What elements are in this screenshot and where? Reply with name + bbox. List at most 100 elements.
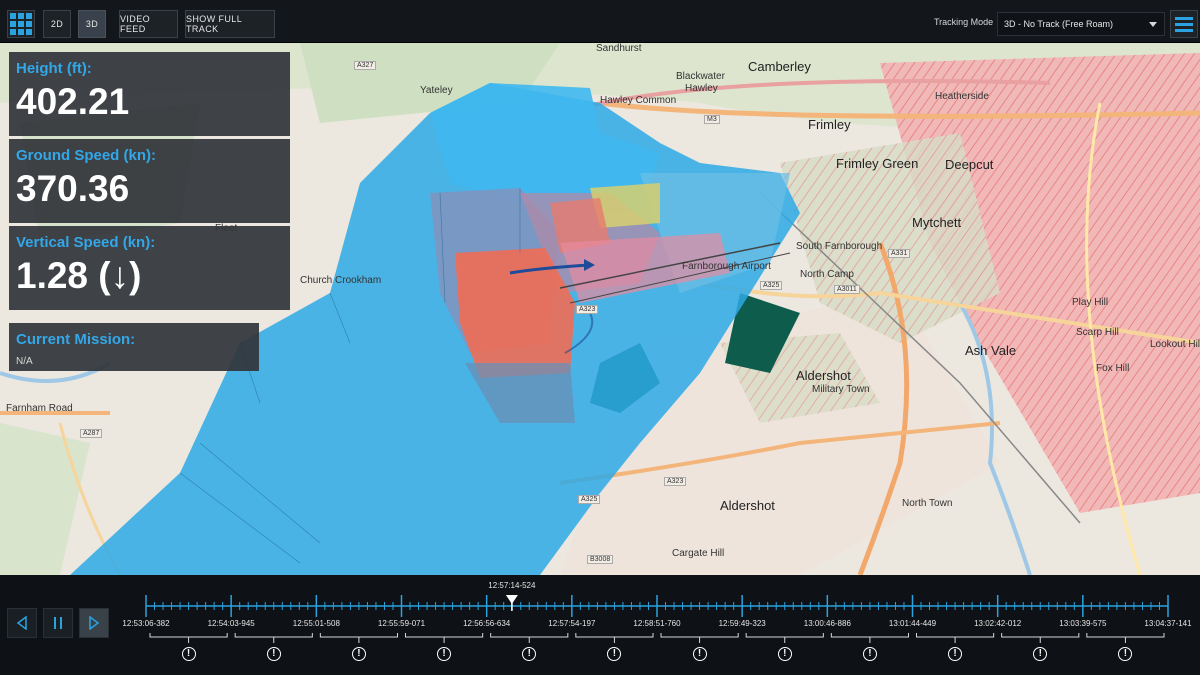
- road-tag: A331: [888, 249, 911, 258]
- map-label: Aldershot: [796, 368, 851, 383]
- current-mission-label: Current Mission:: [16, 331, 136, 348]
- apps-grid-icon[interactable]: [7, 10, 35, 38]
- timeline-tick-label: 13:01:44-449: [888, 619, 937, 628]
- warning-icon[interactable]: !: [607, 647, 622, 661]
- warning-icon[interactable]: !: [692, 647, 707, 661]
- map-label: Play Hill: [1072, 297, 1109, 308]
- timeline-tick-label: 12:53:06-382: [122, 619, 170, 628]
- warning-icon[interactable]: !: [1118, 647, 1133, 661]
- timeline-tick-label: 12:54:03-945: [207, 619, 255, 628]
- map-label: Church Crookham: [300, 275, 382, 286]
- vertical-speed-label: Vertical Speed (kn):: [16, 234, 156, 251]
- timeline-tick-label: 12:55:59-071: [377, 619, 426, 628]
- tracking-mode-value: 3D - No Track (Free Roam): [1004, 19, 1114, 29]
- view-2d-button[interactable]: 2D: [43, 10, 71, 38]
- vertical-speed-value: 1.28 (↓): [16, 255, 142, 296]
- map-label: Mytchett: [912, 215, 962, 230]
- segment-bracket: [149, 633, 228, 643]
- map-label: North Town: [902, 498, 953, 509]
- segment-bracket: [1086, 633, 1165, 643]
- height-panel: Height (ft): 402.21: [9, 52, 290, 136]
- view-3d-button[interactable]: 3D: [78, 10, 106, 38]
- map-label: Sandhurst: [596, 43, 642, 54]
- map-label: Ash Vale: [965, 343, 1017, 358]
- timeline-tick-label: 12:58:51-760: [633, 619, 681, 628]
- warning-icon[interactable]: !: [948, 647, 963, 661]
- segment-bracket: [319, 633, 398, 643]
- segment-bracket: [830, 633, 909, 643]
- height-label: Height (ft):: [16, 60, 92, 77]
- segment-bracket: [490, 633, 569, 643]
- road-tag: A325: [578, 495, 601, 504]
- segment-bracket: [1001, 633, 1080, 643]
- show-full-track-button[interactable]: SHOW FULL TRACK: [185, 10, 275, 38]
- map-label: Deepcut: [945, 157, 994, 172]
- segment-bracket: [405, 633, 484, 643]
- ground-speed-label: Ground Speed (kn):: [16, 147, 156, 164]
- height-value: 402.21: [16, 81, 130, 122]
- current-mission-panel: Current Mission: N/A: [9, 323, 259, 371]
- timeline-brackets: [149, 633, 1165, 643]
- road-tag: A323: [576, 305, 599, 314]
- current-mission-value: N/A: [16, 356, 33, 367]
- map-label: Military Town: [812, 384, 870, 395]
- segment-bracket: [660, 633, 739, 643]
- map-label: Camberley: [748, 59, 811, 74]
- timeline-tick-label: 12:55:01-508: [292, 619, 340, 628]
- road-tag: A325: [760, 281, 783, 290]
- timeline-tick-label: 13:02:42-012: [974, 619, 1022, 628]
- top-toolbar: 2D 3D VIDEO FEED SHOW FULL TRACK Trackin…: [0, 0, 1200, 43]
- hamburger-menu-icon[interactable]: [1170, 10, 1198, 38]
- chevron-down-icon: [1149, 22, 1157, 27]
- tracking-mode-select[interactable]: 3D - No Track (Free Roam): [997, 12, 1165, 36]
- map-label: Hawley: [685, 83, 718, 94]
- road-tag: A323: [664, 477, 687, 486]
- vertical-speed-panel: Vertical Speed (kn): 1.28 (↓): [9, 226, 290, 310]
- road-tag: B3008: [587, 555, 614, 564]
- map-label: Frimley: [808, 117, 851, 132]
- map-label: Frimley Green: [836, 156, 919, 171]
- warning-icon[interactable]: !: [777, 647, 792, 661]
- map-label: Hawley Common: [600, 95, 677, 106]
- road-tag: A287: [80, 429, 103, 438]
- ground-speed-value: 370.36: [16, 168, 130, 209]
- road-tag: A327: [354, 61, 377, 70]
- warning-icon[interactable]: !: [1033, 647, 1048, 661]
- tracking-mode-label: Tracking Mode: [934, 17, 994, 27]
- map-label: Aldershot: [720, 498, 775, 513]
- map-label: South Farnborough: [796, 241, 883, 252]
- map-label: Lookout Hill: [1150, 339, 1200, 350]
- map-label: Scarp Hill: [1076, 327, 1119, 338]
- timeline-tick-label: 13:00:46-886: [803, 619, 851, 628]
- map-label: North Camp: [800, 269, 854, 280]
- timeline-tick-label: 13:04:37-141: [1144, 619, 1192, 628]
- timeline-tick-label: 12:59:49-323: [718, 619, 766, 628]
- warning-icon[interactable]: !: [437, 647, 452, 661]
- ground-speed-panel: Ground Speed (kn): 370.36: [9, 139, 290, 223]
- map-label: Heatherside: [935, 91, 989, 102]
- timeline-tick-label: 12:56:56-634: [463, 619, 511, 628]
- timeline-minor-ticks: [145, 595, 1169, 617]
- map-label: Cargate Hill: [672, 548, 725, 559]
- timeline-tick-label: 12:57:54-197: [548, 619, 596, 628]
- video-feed-button[interactable]: VIDEO FEED: [119, 10, 178, 38]
- warning-icon[interactable]: !: [181, 647, 196, 661]
- warning-icon[interactable]: !: [862, 647, 877, 661]
- timeline-bar: 12:57:14-524 12:53:06-382 12:54:03-945 12:…: [0, 575, 1200, 675]
- map-label: Fox Hill: [1096, 363, 1130, 374]
- road-tag: A3011: [834, 285, 860, 294]
- road-tag: M3: [704, 115, 720, 124]
- map-label: Blackwater: [676, 71, 725, 82]
- segment-bracket: [745, 633, 824, 643]
- map-label: Farnborough Airport: [682, 261, 771, 272]
- warning-icon[interactable]: !: [351, 647, 366, 661]
- segment-bracket: [916, 633, 995, 643]
- warning-icon[interactable]: !: [522, 647, 537, 661]
- segment-bracket: [234, 633, 313, 643]
- playhead-time-label: 12:57:14-524: [488, 581, 536, 590]
- map-label: Farnham Road: [6, 403, 73, 414]
- timeline-tick-label: 13:03:39-575: [1059, 619, 1107, 628]
- segment-bracket: [575, 633, 654, 643]
- map-label: Yateley: [420, 85, 453, 96]
- warning-icon[interactable]: !: [266, 647, 281, 661]
